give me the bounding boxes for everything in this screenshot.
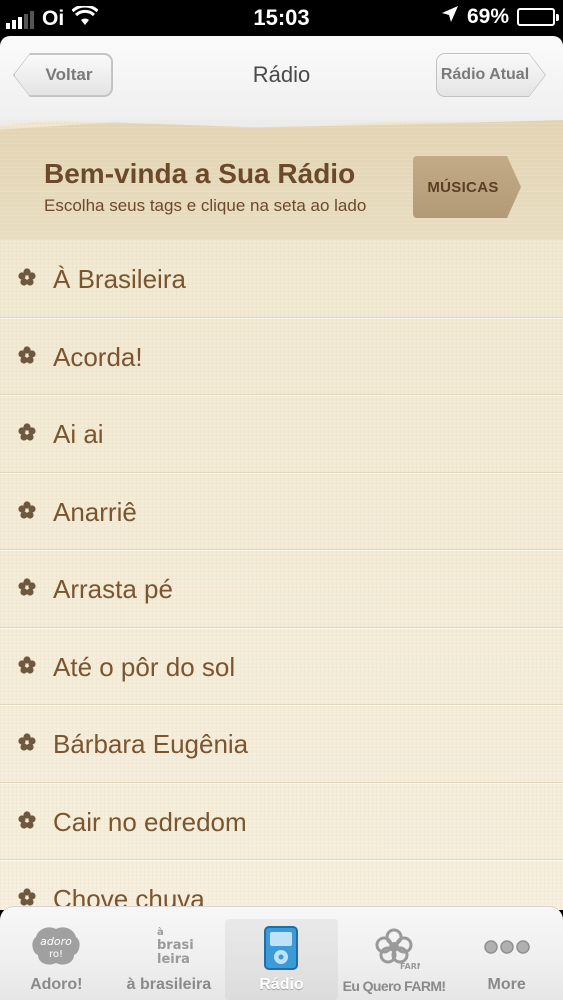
tab-more[interactable]: More	[450, 907, 563, 1000]
tab-label: More	[487, 976, 526, 993]
battery-icon	[517, 8, 559, 26]
tab-eu-quero-farm[interactable]: FARM! Eu Quero FARM!	[338, 907, 451, 1000]
tab-bar: adoro ro! Adoro! à brasi leira à brasileira…	[0, 906, 563, 1000]
musicas-button[interactable]: MÚSICAS	[413, 156, 521, 218]
welcome-subtitle: Escolha seus tags e clique na seta ao la…	[44, 196, 367, 215]
list-item[interactable]: Bárbara Eugênia	[0, 705, 563, 783]
flower-bullet-icon	[18, 345, 36, 364]
list-item[interactable]: Ai ai	[0, 395, 563, 473]
adoro-icon: adoro ro!	[26, 922, 86, 972]
tab-label: Eu Quero FARM!	[342, 978, 446, 994]
current-radio-button[interactable]: Rádio Atual	[437, 54, 545, 96]
navigation-bar: Voltar Rádio Rádio Atual	[0, 36, 563, 120]
flower-bullet-icon	[18, 810, 36, 829]
tab-adoro[interactable]: adoro ro! Adoro!	[0, 907, 113, 1000]
list-item[interactable]: Cair no edredom	[0, 783, 563, 860]
list-item-label: Anarriê	[53, 496, 137, 527]
a-brasileira-icon: à brasi leira	[139, 922, 199, 972]
list-item-label: Acorda!	[53, 341, 143, 372]
flower-bullet-icon	[18, 578, 36, 596]
more-dots-icon	[477, 922, 537, 972]
tab-label: à brasileira	[126, 976, 212, 993]
list-item-label: Bárbara Eugênia	[53, 729, 249, 759]
flower-bullet-icon	[18, 423, 36, 441]
flower-bullet-icon	[18, 655, 36, 674]
svg-text:FARM!: FARM!	[400, 962, 420, 971]
svg-text:ro!: ro!	[49, 949, 63, 960]
list-item[interactable]: Acorda!	[0, 318, 563, 395]
list-item-label: À Brasileira	[53, 264, 186, 294]
flower-bullet-icon	[18, 500, 36, 519]
list-item-label: Cair no edredom	[53, 806, 247, 837]
list-item-label: Até o pôr do sol	[53, 651, 236, 682]
svg-text:adoro: adoro	[40, 935, 72, 948]
svg-text:leira: leira	[157, 952, 190, 967]
farm-flower-icon: FARM!	[364, 924, 424, 974]
welcome-title: Bem-vinda a Sua Rádio	[44, 158, 356, 189]
flower-bullet-icon	[18, 888, 36, 906]
list-item[interactable]: Anarriê	[0, 473, 563, 550]
flower-bullet-icon	[18, 733, 36, 751]
location-arrow-icon	[441, 5, 459, 29]
welcome-header: Bem-vinda a Sua Rádio Escolha seus tags …	[0, 120, 563, 240]
tab-a-brasileira[interactable]: à brasi leira à brasileira	[113, 907, 226, 1000]
tag-list: À Brasileira Acorda! Ai ai Anarriê Arrasta p…	[0, 240, 563, 910]
list-item-label: Arrasta pé	[53, 574, 173, 604]
list-item[interactable]: Chove chuva	[0, 860, 563, 910]
flower-bullet-icon	[18, 268, 36, 286]
svg-text:à: à	[157, 926, 164, 938]
battery-percent: 69%	[466, 5, 509, 28]
content-area: Bem-vinda a Sua Rádio Escolha seus tags …	[0, 120, 563, 910]
tab-radio[interactable]: Rádio	[225, 919, 338, 1000]
list-item[interactable]: Arrasta pé	[0, 550, 563, 628]
status-right: 69%	[441, 5, 559, 29]
tab-label: Adoro!	[30, 976, 83, 993]
status-bar: Oi 15:03 69%	[0, 0, 563, 36]
list-item[interactable]: Até o pôr do sol	[0, 628, 563, 705]
radio-player-icon	[251, 922, 311, 972]
list-item[interactable]: À Brasileira	[0, 240, 563, 318]
tab-label: Rádio	[259, 976, 304, 993]
list-item-label: Ai ai	[53, 419, 104, 449]
svg-text:brasi: brasi	[157, 938, 194, 953]
